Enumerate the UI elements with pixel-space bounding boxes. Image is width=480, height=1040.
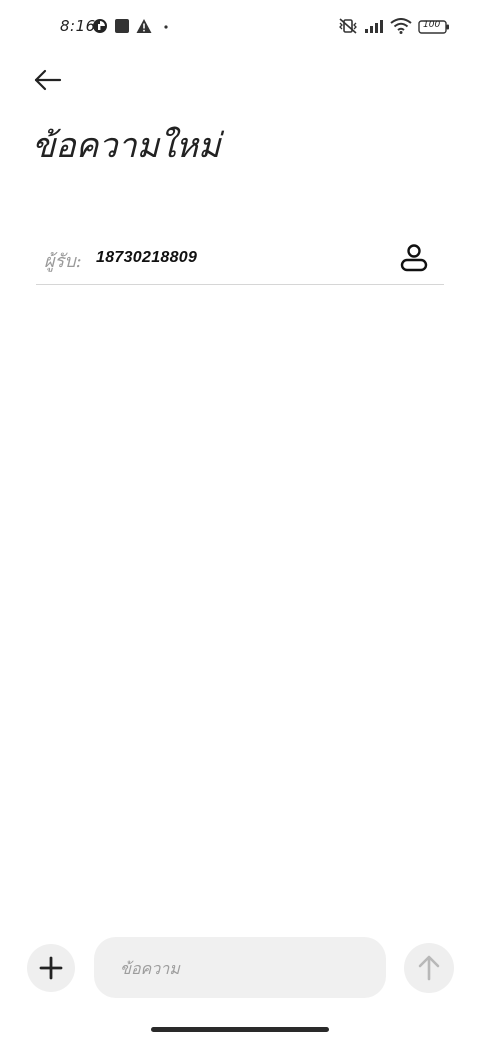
- message-input[interactable]: ข้อความ: [94, 937, 386, 998]
- wifi-icon: [390, 18, 412, 34]
- send-button[interactable]: [404, 943, 454, 993]
- page-title: ข้อความใหม่: [32, 126, 221, 166]
- dot-icon: [160, 18, 176, 34]
- plus-icon: [39, 956, 63, 980]
- message-placeholder: ข้อความ: [120, 959, 180, 978]
- signal-icon: [364, 18, 386, 34]
- home-indicator[interactable]: [151, 1027, 329, 1032]
- vibrate-off-icon: [338, 18, 358, 34]
- back-button[interactable]: [30, 64, 66, 96]
- arrow-up-icon: [418, 955, 440, 981]
- status-bar: 8:16 100: [0, 0, 480, 56]
- battery-level: 100: [423, 20, 441, 30]
- add-attachment-button[interactable]: [27, 944, 75, 992]
- status-time: 8:16: [60, 17, 96, 35]
- square-notification-icon: [114, 18, 130, 34]
- battery-icon: 100: [418, 19, 450, 35]
- recipient-label: ผู้รับ:: [44, 251, 82, 272]
- back-arrow-icon: [34, 69, 62, 91]
- data-saver-icon: [92, 18, 108, 34]
- recipient-row[interactable]: ผู้รับ: 18730218809: [36, 232, 444, 285]
- contact-picker-button[interactable]: [396, 240, 432, 276]
- warning-icon: [136, 18, 152, 34]
- person-icon: [400, 244, 428, 272]
- recipient-input[interactable]: 18730218809: [96, 249, 197, 267]
